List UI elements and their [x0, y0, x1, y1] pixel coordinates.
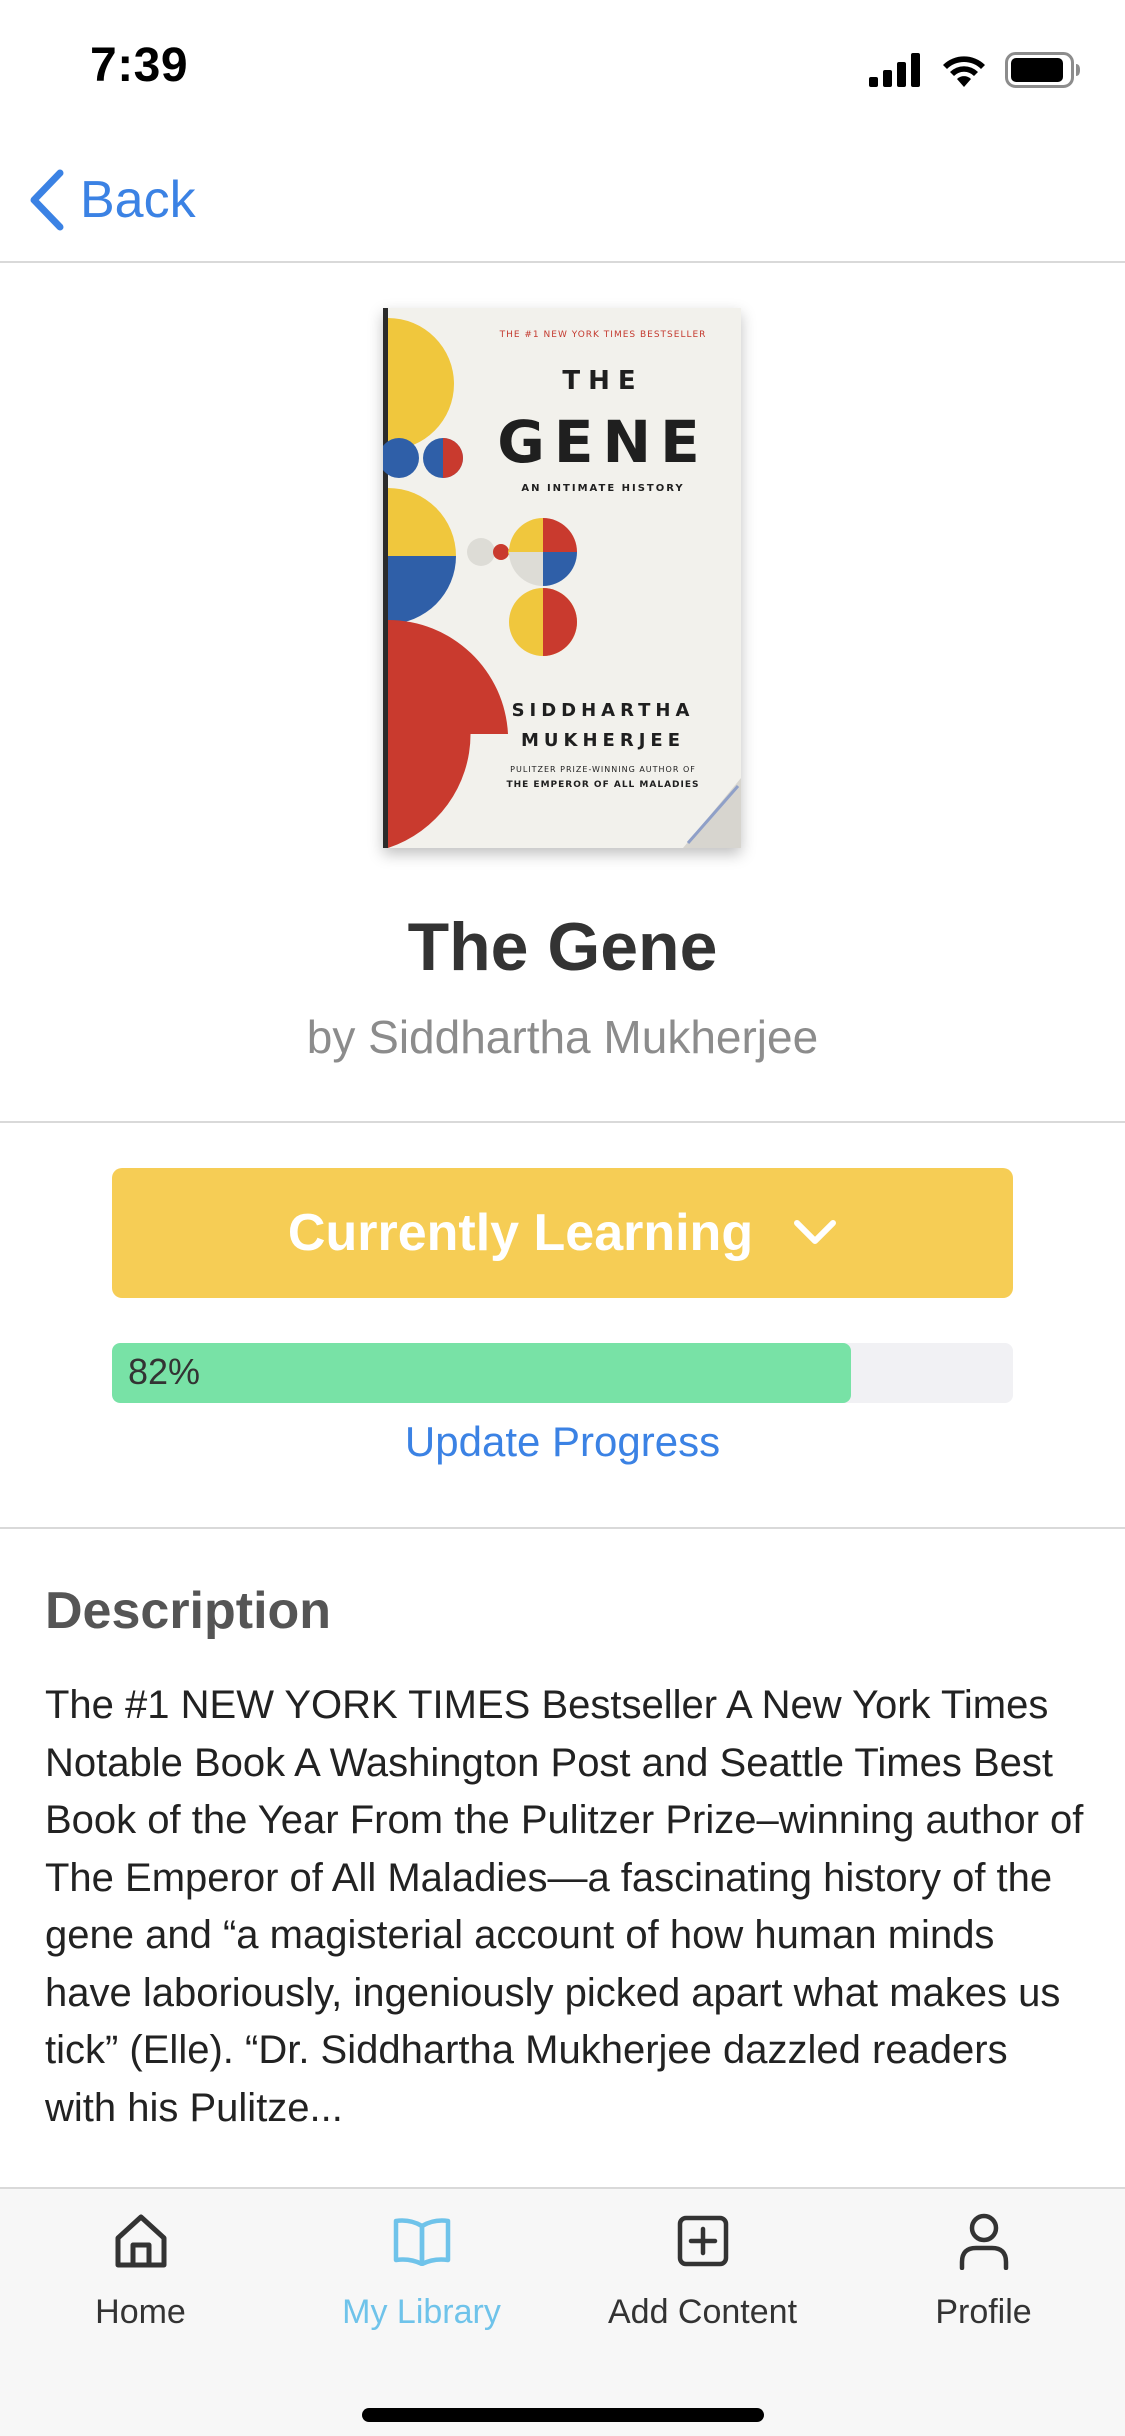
tab-profile[interactable]: Profile	[843, 2209, 1124, 2349]
book-header: THE #1 NEW YORK TIMES BESTSELLER THE GEN…	[0, 263, 1125, 1123]
home-icon	[109, 2209, 173, 2273]
home-indicator[interactable]	[362, 2408, 764, 2422]
learning-status-label: Currently Learning	[287, 1204, 754, 1262]
description-heading: Description	[45, 1582, 332, 1640]
status-icons	[869, 50, 1081, 90]
learning-status-dropdown[interactable]: Currently Learning	[112, 1168, 1013, 1298]
cover-the: THE	[562, 366, 644, 396]
navigation-bar: Back	[0, 135, 1125, 263]
chevron-down-icon	[794, 1220, 837, 1244]
book-title: The Gene	[407, 909, 718, 985]
cover-subtitle: AN INTIMATE HISTORY	[521, 483, 685, 494]
status-time: 7:39	[90, 39, 189, 92]
cellular-signal-icon	[869, 53, 920, 87]
book-cover-image[interactable]: THE #1 NEW YORK TIMES BESTSELLER THE GEN…	[383, 308, 741, 848]
learning-status-section: Currently Learning 82% Update Progress	[0, 1123, 1125, 1529]
description-text: The #1 NEW YORK TIMES Bestseller A New Y…	[45, 1683, 1084, 2130]
battery-icon	[1005, 52, 1080, 88]
tab-add-content[interactable]: Add Content	[562, 2209, 843, 2349]
update-progress-link[interactable]: Update Progress	[0, 1418, 1125, 1466]
tab-home[interactable]: Home	[0, 2209, 281, 2349]
progress-bar-fill	[112, 1343, 851, 1403]
cover-blurb-line-2: THE EMPEROR OF ALL MALADIES	[506, 780, 700, 790]
cover-author-last: MUKHERJEE	[521, 730, 685, 751]
tab-add-content-label: Add Content	[607, 2293, 798, 2331]
description-section: Description The #1 NEW YORK TIMES Bestse…	[0, 1529, 1125, 2187]
back-button[interactable]: Back	[28, 165, 196, 235]
cover-tagline: THE #1 NEW YORK TIMES BESTSELLER	[499, 330, 707, 340]
book-detail-screen: 7:39 Back THE #1 NEW YORK TIMES BESTSELL…	[0, 0, 1125, 2436]
progress-bar: 82%	[112, 1343, 1013, 1403]
cover-author-first: SIDDHARTHA	[511, 700, 695, 721]
add-square-icon	[671, 2209, 735, 2273]
person-icon	[952, 2209, 1016, 2273]
chevron-left-icon	[30, 169, 64, 231]
cover-blurb-line-1: PULITZER PRIZE-WINNING AUTHOR OF	[510, 765, 696, 774]
tab-my-library[interactable]: My Library	[281, 2209, 562, 2349]
progress-percent-label: 82%	[128, 1351, 201, 1392]
back-label: Back	[80, 171, 196, 229]
book-author: by Siddhartha Mukherjee	[306, 1011, 819, 1063]
tab-my-library-label: My Library	[342, 2293, 501, 2331]
tab-home-label: Home	[95, 2293, 186, 2331]
tab-profile-label: Profile	[935, 2293, 1032, 2331]
wifi-icon	[943, 56, 985, 87]
status-bar: 7:39	[0, 0, 1125, 135]
book-icon	[390, 2209, 454, 2273]
cover-title: GENE	[497, 408, 709, 476]
tab-bar: Home My Library Add Content Profile	[0, 2187, 1125, 2436]
